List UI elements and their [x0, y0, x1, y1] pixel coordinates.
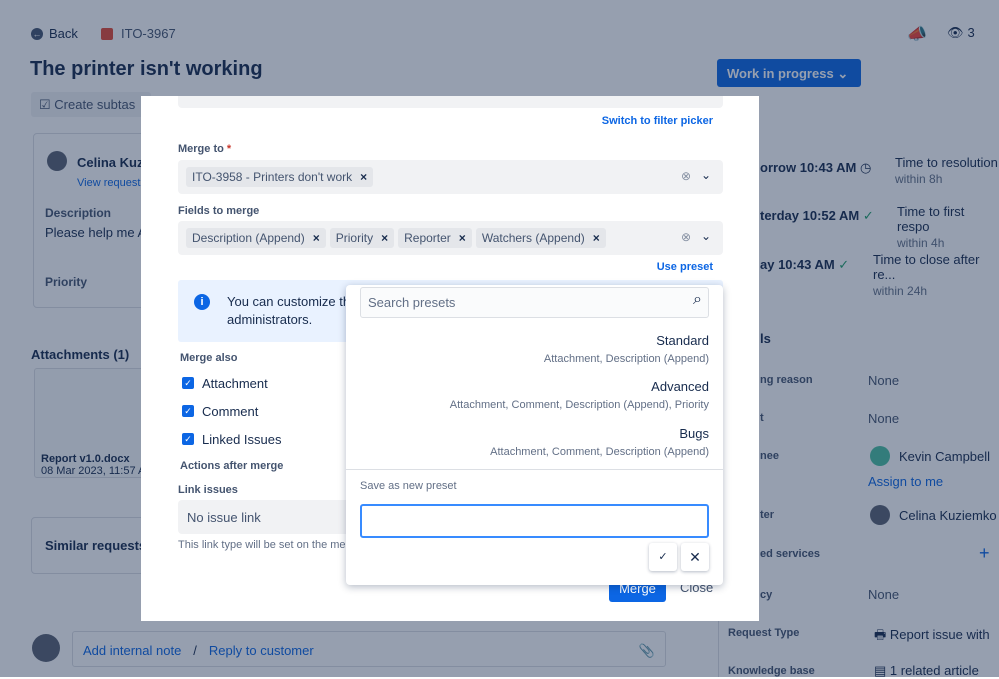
link-issues-label: Link issues [178, 484, 238, 496]
fields-to-merge-label: Fields to merge [178, 205, 260, 217]
merge-to-label: Merge to * [178, 143, 232, 155]
search-icon[interactable]: ⌕ [693, 291, 702, 309]
chevron-down-icon[interactable]: ⌄ [701, 229, 711, 243]
field-tag: Description (Append) × [186, 228, 326, 248]
chevron-down-icon[interactable]: ⌄ [701, 168, 711, 182]
merge-also-label: Merge also [180, 352, 238, 364]
search-presets-input[interactable]: Search presets ⌕ [360, 287, 709, 318]
actions-after-merge-label: Actions after merge [180, 460, 284, 472]
check-icon: ✓ [658, 551, 668, 563]
field-tag: Watchers (Append) × [475, 228, 606, 248]
preset-picker: Search presets ⌕ Standard Attachment, Des… [346, 285, 723, 585]
close-icon: ✕ [689, 549, 701, 565]
new-preset-name-input[interactable] [360, 504, 709, 538]
cancel-button[interactable]: ✕ [681, 543, 709, 571]
fields-to-merge-select[interactable]: Description (Append) × Priority × Reporter × W… [178, 221, 723, 255]
info-icon: i [194, 294, 210, 310]
save-preset-label: Save as new preset [360, 480, 457, 492]
attachment-checkbox[interactable]: ✓ [182, 377, 194, 389]
preset-item[interactable]: Advanced Attachment, Comment, Description… [450, 379, 709, 411]
field-tag: Reporter × [398, 228, 472, 248]
field-tag: Priority × [329, 228, 395, 248]
confirm-button[interactable]: ✓ [649, 543, 677, 571]
merge-to-select[interactable]: ITO-3958 - Printers don't work × ⊗ ⌄ [178, 160, 723, 194]
clear-icon[interactable]: ⊗ [681, 169, 691, 183]
use-preset-link[interactable]: Use preset [657, 261, 713, 273]
preset-item[interactable]: Standard Attachment, Description (Append) [544, 333, 709, 365]
preset-item[interactable]: Bugs Attachment, Comment, Description (Ap… [490, 426, 709, 458]
switch-filter-picker-link[interactable]: Switch to filter picker [602, 115, 713, 127]
linked-issues-checkbox[interactable]: ✓ [182, 433, 194, 445]
clear-icon[interactable]: ⊗ [681, 230, 691, 244]
remove-icon[interactable]: × [360, 170, 367, 184]
comment-checkbox[interactable]: ✓ [182, 405, 194, 417]
selected-issue-tag: ITO-3958 - Printers don't work × [186, 167, 374, 187]
